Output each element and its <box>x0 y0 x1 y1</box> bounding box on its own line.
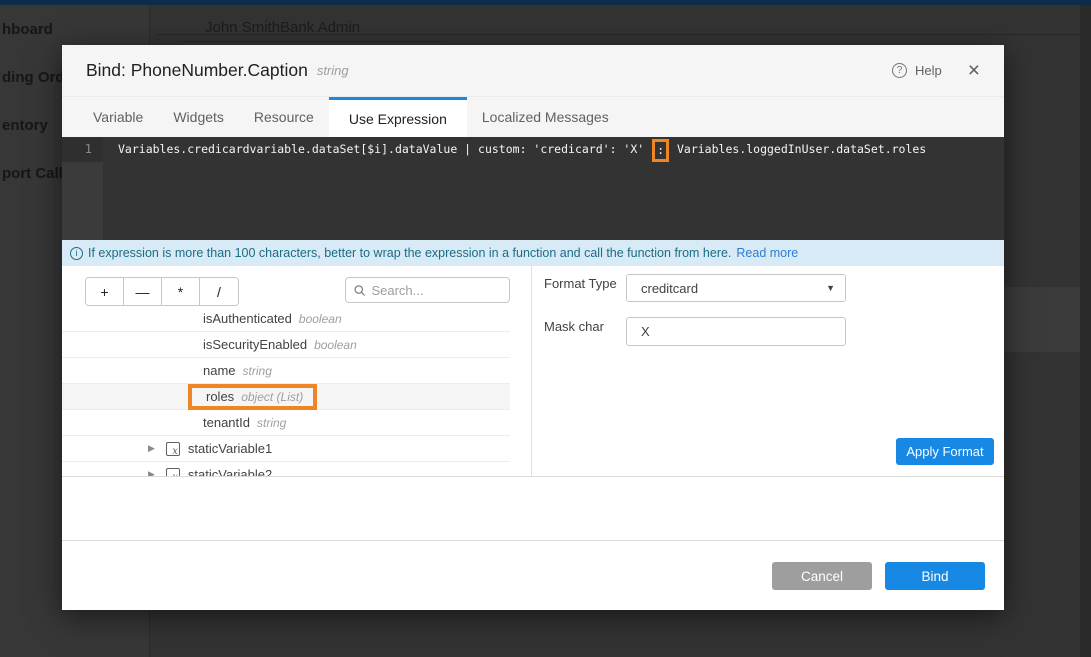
close-icon[interactable]: × <box>968 60 980 81</box>
cancel-button[interactable]: Cancel <box>772 562 872 590</box>
expand-arrow-icon[interactable]: ▶ <box>148 469 155 476</box>
bind-button[interactable]: Bind <box>885 562 985 590</box>
tab-widgets[interactable]: Widgets <box>158 97 239 137</box>
plus-operator-button[interactable]: + <box>86 278 124 305</box>
tab-use-expression[interactable]: Use Expression <box>329 97 467 137</box>
tree-row-isAuthenticated[interactable]: isAuthenticated boolean <box>62 311 510 332</box>
format-pane: Format Type creditcard ▼ Mask char Apply… <box>531 266 1004 476</box>
tab-resource[interactable]: Resource <box>239 97 329 137</box>
variable-search <box>345 277 510 303</box>
search-input[interactable] <box>371 283 501 298</box>
bind-dialog: Bind: PhoneNumber.Caption string ? Help … <box>62 45 1004 610</box>
expression-code-line[interactable]: Variables.credicardvariable.dataSet[$i].… <box>118 137 926 162</box>
dialog-spacer <box>62 476 1004 541</box>
expression-before: Variables.credicardvariable.dataSet[$i].… <box>118 142 651 156</box>
variable-x-icon: x <box>166 468 180 477</box>
tree-row-type: boolean <box>314 338 357 352</box>
variable-tree: isAuthenticated boolean isSecurityEnable… <box>62 311 531 476</box>
tree-row-label: name <box>203 363 236 378</box>
minus-operator-button[interactable]: — <box>124 278 162 305</box>
expression-highlighted-colon: : <box>652 139 669 162</box>
tree-row-isSecurityEnabled[interactable]: isSecurityEnabled boolean <box>62 332 510 358</box>
read-more-link[interactable]: Read more <box>736 246 798 260</box>
multiply-operator-button[interactable]: * <box>162 278 200 305</box>
expression-editor[interactable]: 1 Variables.credicardvariable.dataSet[$i… <box>62 137 1004 240</box>
expression-after: Variables.loggedInUser.dataSet.roles <box>670 142 926 156</box>
canvas-scrollbar[interactable] <box>1080 5 1091 657</box>
roles-highlight-box: roles object (List) <box>188 384 317 410</box>
sidebar-item-dashboard[interactable]: hboard <box>2 21 53 38</box>
screen: hboard ding Order entory port Calls John… <box>0 0 1091 657</box>
chevron-down-icon: ▼ <box>826 283 835 293</box>
format-type-select[interactable]: creditcard ▼ <box>626 274 846 302</box>
tree-row-label: isAuthenticated <box>203 311 292 326</box>
tree-row-label: staticVariable1 <box>188 441 272 456</box>
variable-x-icon: x <box>166 442 180 456</box>
dialog-header: Bind: PhoneNumber.Caption string ? Help … <box>62 45 1004 97</box>
apply-format-button[interactable]: Apply Format <box>896 438 994 465</box>
expand-arrow-icon[interactable]: ▶ <box>148 443 155 454</box>
tree-row-label: tenantId <box>203 415 250 430</box>
tree-row-label: roles <box>206 389 234 404</box>
mask-char-input[interactable] <box>626 317 846 346</box>
info-icon: i <box>70 247 83 260</box>
tab-variable[interactable]: Variable <box>78 97 158 137</box>
expression-hint-banner: i If expression is more than 100 charact… <box>62 240 1004 266</box>
hint-message: If expression is more than 100 character… <box>88 246 731 260</box>
tree-row-name[interactable]: name string <box>62 358 510 384</box>
dialog-footer: Cancel Bind <box>62 541 1004 610</box>
canvas-dotted-divider <box>155 34 1080 35</box>
tree-row-tenantId[interactable]: tenantId string <box>62 410 510 436</box>
search-icon <box>354 284 365 297</box>
help-link[interactable]: Help <box>915 63 942 78</box>
tree-row-type: object (List) <box>241 390 303 404</box>
operator-button-group: + — * / <box>85 277 239 306</box>
variables-pane: + — * / isAuthenticated boolean <box>62 266 531 476</box>
editor-gutter: 1 <box>62 137 103 240</box>
canvas-widget-outline <box>183 41 441 42</box>
tree-row-staticVariable2[interactable]: ▶ x staticVariable2 <box>62 462 510 476</box>
help-icon[interactable]: ? <box>892 63 907 78</box>
mask-char-label: Mask char <box>544 319 604 334</box>
tree-row-type: boolean <box>299 312 342 326</box>
tree-row-label: staticVariable2 <box>188 467 272 476</box>
dialog-title: Bind: PhoneNumber.Caption <box>86 60 308 81</box>
tab-localized-messages[interactable]: Localized Messages <box>467 97 624 137</box>
tree-row-roles-selected[interactable]: roles object (List) <box>62 384 510 410</box>
divide-operator-button[interactable]: / <box>200 278 238 305</box>
editor-line-number: 1 <box>62 137 92 162</box>
format-type-value: creditcard <box>641 281 698 296</box>
tree-row-label: isSecurityEnabled <box>203 337 307 352</box>
dialog-body: + — * / isAuthenticated boolean <box>62 266 1004 476</box>
dialog-title-type: string <box>317 63 349 78</box>
tree-row-staticVariable1[interactable]: ▶ x staticVariable1 <box>62 436 510 462</box>
format-type-label: Format Type <box>544 276 617 291</box>
sidebar-item-support-calls[interactable]: port Calls <box>2 165 71 182</box>
sidebar-item-inventory[interactable]: entory <box>2 117 48 134</box>
dialog-tabs: Variable Widgets Resource Use Expression… <box>62 97 1004 137</box>
tree-row-type: string <box>257 416 286 430</box>
tree-row-type: string <box>243 364 272 378</box>
